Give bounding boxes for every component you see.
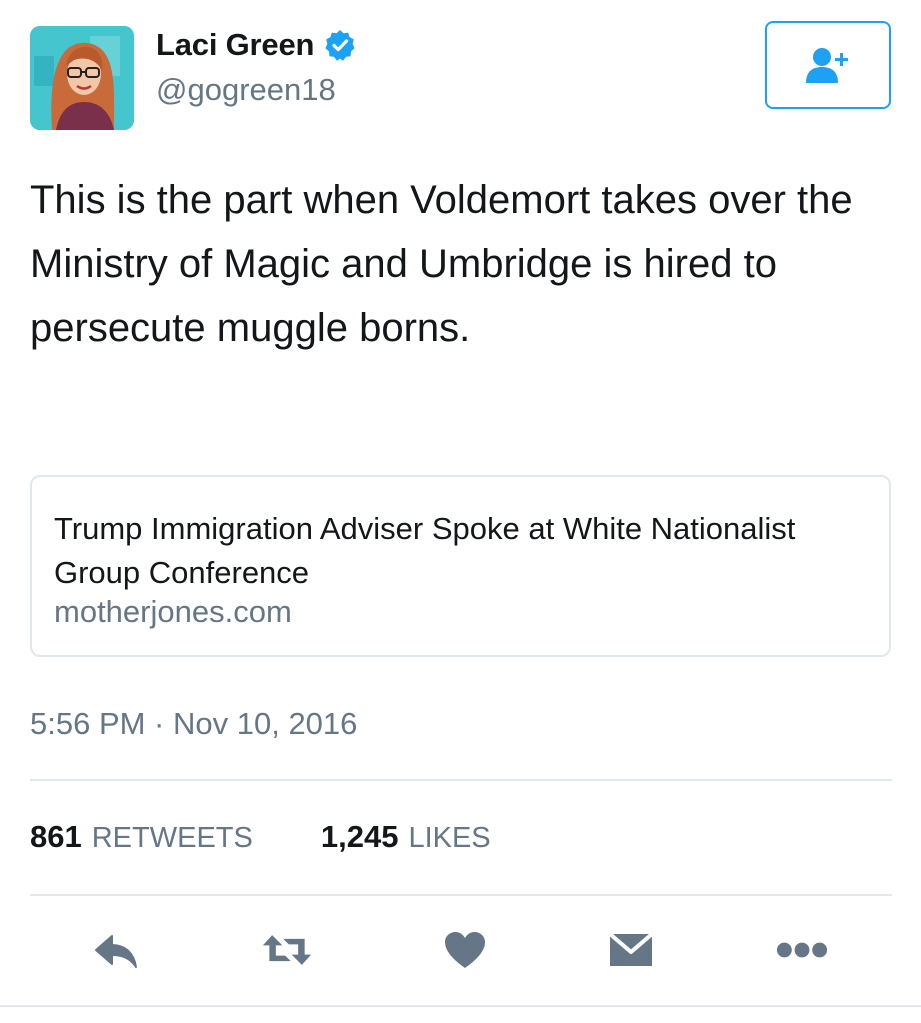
- retweets-stat[interactable]: 861 RETWEETS: [30, 819, 253, 855]
- verified-badge-icon: [324, 29, 356, 61]
- add-user-icon: [806, 48, 848, 83]
- envelope-icon: [608, 932, 654, 966]
- tweet-text: This is the part when Voldemort takes ov…: [30, 178, 853, 350]
- reply-button[interactable]: [90, 928, 142, 972]
- divider: [30, 779, 892, 781]
- link-card-title: Trump Immigration Adviser Spoke at White…: [54, 511, 796, 590]
- more-dots-icon: [776, 942, 828, 958]
- avatar[interactable]: [30, 26, 134, 130]
- retweet-icon: [262, 935, 312, 965]
- tweet-timestamp[interactable]: 5:56 PM · Nov 10, 2016: [30, 706, 357, 742]
- display-name[interactable]: Laci Green: [156, 27, 314, 63]
- divider: [0, 1005, 921, 1007]
- likes-stat[interactable]: 1,245 LIKES: [321, 819, 491, 855]
- link-card[interactable]: Trump Immigration Adviser Spoke at White…: [30, 475, 891, 657]
- heart-icon: [445, 932, 485, 968]
- retweets-count: 861: [30, 819, 82, 854]
- profile-photo-icon: [30, 26, 134, 130]
- likes-label: LIKES: [408, 822, 491, 854]
- handle[interactable]: @gogreen18: [156, 72, 336, 108]
- likes-count: 1,245: [320, 819, 399, 854]
- divider: [30, 894, 892, 896]
- link-card-domain: motherjones.com: [54, 594, 292, 629]
- author-name-row[interactable]: Laci Green: [156, 27, 356, 63]
- more-options-button[interactable]: [776, 928, 828, 972]
- reply-icon: [95, 935, 137, 968]
- retweets-label: RETWEETS: [91, 822, 253, 854]
- retweet-button[interactable]: [261, 928, 313, 972]
- like-button[interactable]: [439, 928, 491, 972]
- engagement-stats: 861 RETWEETS 1,245 LIKES: [30, 819, 491, 855]
- follow-button[interactable]: [765, 21, 891, 109]
- direct-message-button[interactable]: [605, 928, 657, 972]
